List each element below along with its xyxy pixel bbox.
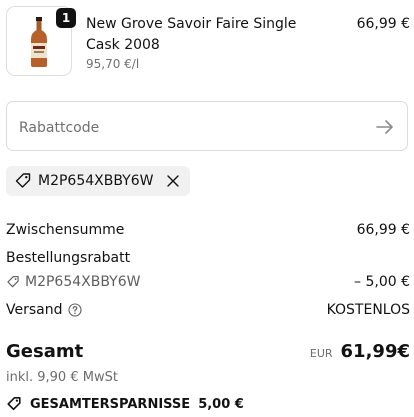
shipping-row: Versand KOSTENLOS [6,299,410,320]
cart-line-item: 1 New Grove Savoir Faire Single Cask 200… [6,6,410,78]
subtotal-value: 66,99 € [356,221,410,238]
tag-icon [7,396,21,411]
order-discount-row: Bestellungsrabatt [6,247,410,268]
help-circle-icon[interactable] [67,302,82,317]
applied-discount-tag: M2P654XBBY6W [6,166,190,196]
applied-discount-code: M2P654XBBY6W [38,173,154,189]
shipping-value: KOSTENLOS [326,301,410,318]
tag-icon [7,275,19,287]
order-discount-code: M2P654XBBY6W [25,273,141,290]
remove-discount-button[interactable] [166,174,180,188]
savings-value: 5,00 € [198,396,244,412]
total-value: 61,99€ [340,340,410,362]
order-discount-code-row: M2P654XBBY6W – 5,00 € [6,271,410,292]
total-label: Gesamt [6,340,84,362]
total-row: Gesamt EUR 61,99€ [6,338,410,364]
tag-icon [15,173,31,188]
quantity-badge: 1 [56,8,76,28]
product-name[interactable]: New Grove Savoir Faire Single Cask 2008 [86,14,331,56]
total-savings: GESAMTERSPARNISSE 5,00 € [6,396,244,412]
discount-code-input[interactable] [17,115,361,141]
whisky-bottle-icon [31,17,47,67]
product-thumbnail[interactable]: 1 [6,6,76,76]
arrow-right-icon [376,120,393,134]
product-unit-price: 95,70 €/l [86,57,140,71]
subtotal-label: Zwischensumme [6,221,125,238]
order-discount-label: Bestellungsrabatt [6,249,131,266]
close-icon [166,175,179,187]
order-discount-value: – 5,00 € [354,273,410,290]
discount-code-field [6,101,408,151]
tax-note: inkl. 9,90 € MwSt [6,370,118,385]
apply-discount-button[interactable] [375,117,395,137]
subtotal-row: Zwischensumme 66,99 € [6,219,410,240]
product-price: 66,99 € [356,16,410,32]
total-currency: EUR [309,346,333,360]
shipping-label: Versand [6,301,63,318]
savings-label: GESAMTERSPARNISSE [30,396,191,412]
